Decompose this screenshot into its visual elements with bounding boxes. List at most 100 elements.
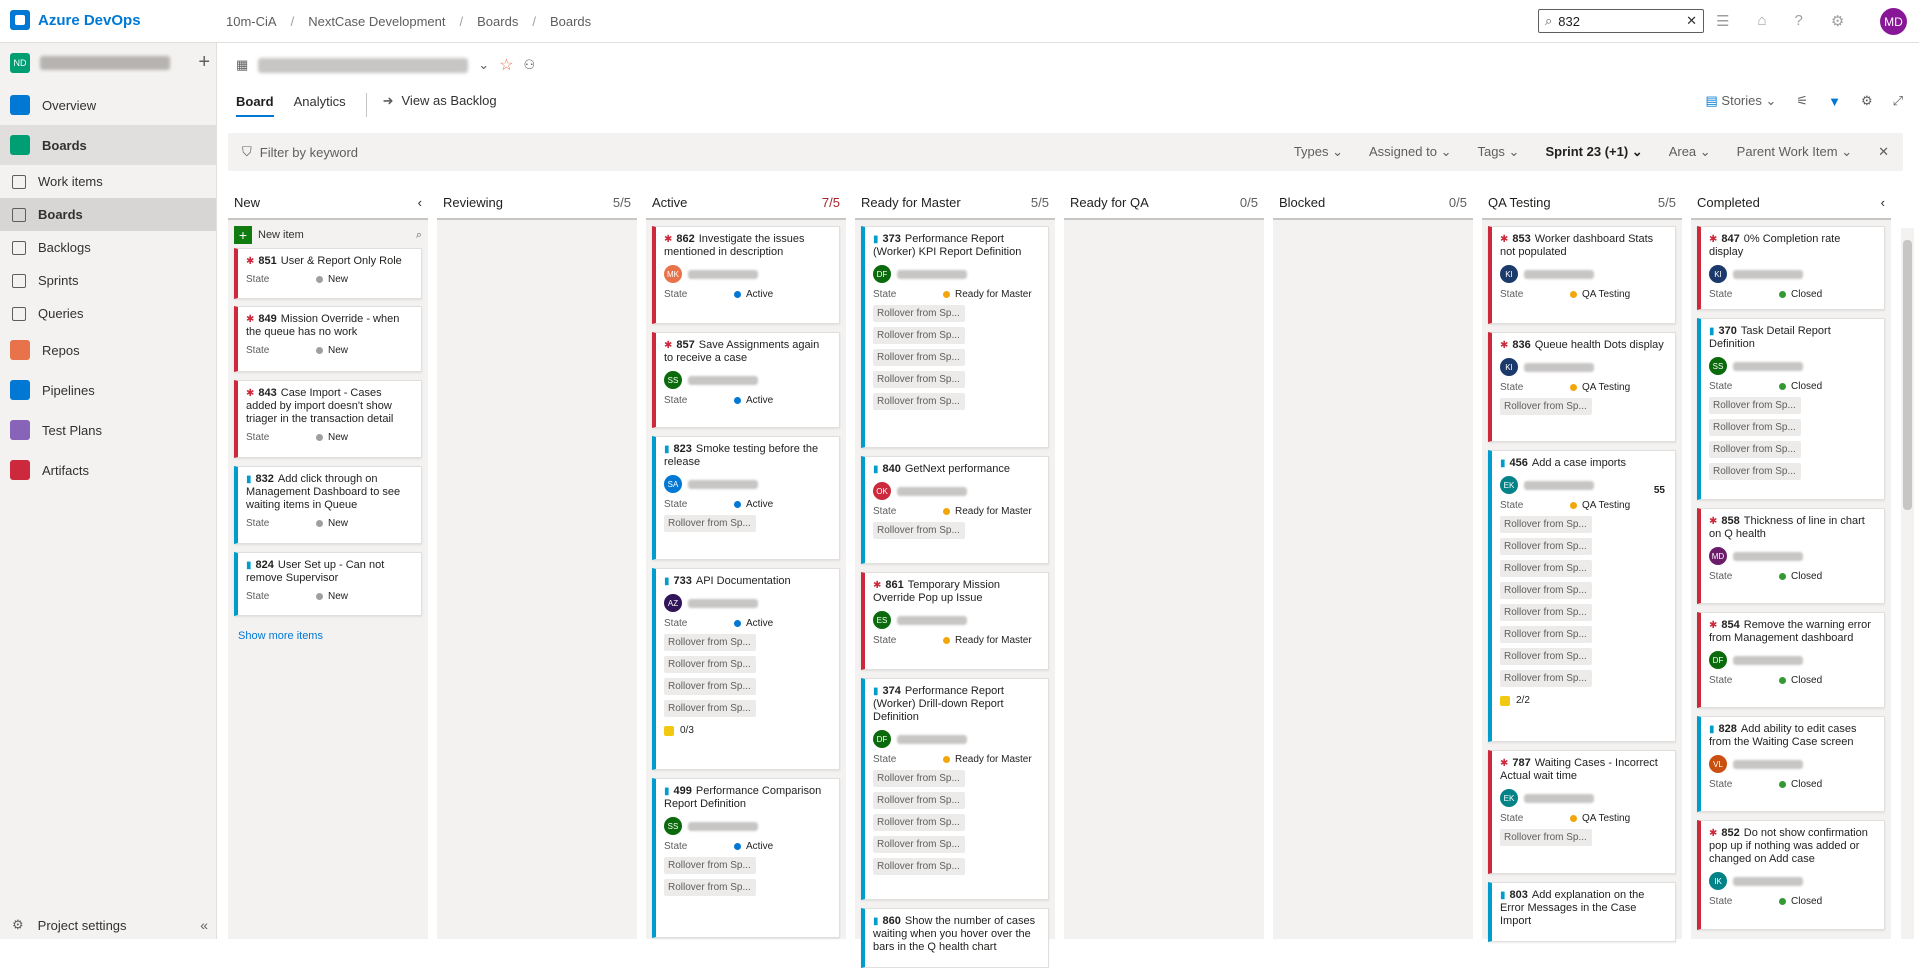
- tab-board[interactable]: Board: [236, 94, 274, 117]
- view-as-backlog-button[interactable]: ➜ View as Backlog: [365, 93, 497, 117]
- card-title[interactable]: Add a case imports: [1532, 457, 1626, 469]
- work-item-card[interactable]: ✱ 836 Queue health Dots display KI State QA T…: [1488, 332, 1676, 442]
- filter-parent-work-item[interactable]: Parent Work Item ⌄: [1737, 144, 1852, 160]
- rollover-tag[interactable]: Rollover from Sp...: [873, 858, 965, 875]
- scrollbar-thumb[interactable]: [1903, 240, 1912, 510]
- breadcrumb-project[interactable]: NextCase Development: [308, 14, 445, 29]
- search-input[interactable]: [1558, 13, 1681, 29]
- rollover-tag[interactable]: Rollover from Sp...: [1500, 516, 1592, 533]
- rollover-tag[interactable]: Rollover from Sp...: [1500, 829, 1592, 846]
- rollover-tag[interactable]: Rollover from Sp...: [873, 349, 965, 366]
- rollover-tag[interactable]: Rollover from Sp...: [1500, 582, 1592, 599]
- nav-test-plans[interactable]: Test Plans: [0, 410, 216, 450]
- marketplace-icon[interactable]: ⌂: [1757, 12, 1766, 30]
- filter-tags[interactable]: Tags ⌄: [1477, 144, 1519, 160]
- state-value[interactable]: Active: [746, 499, 773, 510]
- rollover-tag[interactable]: Rollover from Sp...: [1500, 648, 1592, 665]
- project-settings[interactable]: ⚙ Project settings «: [12, 917, 208, 933]
- nav-sprints[interactable]: Sprints: [0, 264, 216, 297]
- work-item-card[interactable]: ✱ 862 Investigate the issues mentioned in …: [652, 226, 840, 324]
- state-value[interactable]: New: [328, 345, 348, 356]
- collapse-column-icon[interactable]: ‹: [418, 195, 422, 210]
- rollover-tag[interactable]: Rollover from Sp...: [1500, 560, 1592, 577]
- state-value[interactable]: Closed: [1791, 779, 1822, 790]
- card-title[interactable]: User & Report Only Role: [281, 255, 402, 267]
- rollover-tag[interactable]: Rollover from Sp...: [664, 879, 756, 896]
- help-icon[interactable]: ?: [1795, 12, 1803, 30]
- rollover-tag[interactable]: Rollover from Sp...: [1709, 463, 1801, 480]
- nav-queries[interactable]: Queries: [0, 297, 216, 330]
- work-item-card[interactable]: ✱ 851 User & Report Only Role State New: [234, 248, 422, 299]
- filter-area[interactable]: Area ⌄: [1669, 144, 1711, 160]
- rollover-tag[interactable]: Rollover from Sp...: [873, 305, 965, 322]
- work-item-card[interactable]: ▮ 370 Task Detail Report Definition SS State…: [1697, 318, 1885, 500]
- rollover-tag[interactable]: Rollover from Sp...: [1500, 538, 1592, 555]
- rollover-tag[interactable]: Rollover from Sp...: [873, 522, 965, 539]
- rollover-tag[interactable]: Rollover from Sp...: [1709, 419, 1801, 436]
- state-value[interactable]: Ready for Master: [955, 506, 1032, 517]
- work-item-card[interactable]: ✱ 854 Remove the warning error from Manage…: [1697, 612, 1885, 708]
- work-item-card[interactable]: ▮ 803 Add explanation on the Error Message…: [1488, 882, 1676, 942]
- state-value[interactable]: QA Testing: [1582, 813, 1630, 824]
- work-item-card[interactable]: ▮ 860 Show the number of cases waiting whe…: [861, 908, 1049, 968]
- work-item-card[interactable]: ▮ 840 GetNext performance OK State Ready for …: [861, 456, 1049, 564]
- card-title[interactable]: Queue health Dots display: [1535, 339, 1664, 351]
- breadcrumb-hub[interactable]: Boards: [477, 14, 518, 29]
- rollover-tag[interactable]: Rollover from Sp...: [664, 857, 756, 874]
- state-value[interactable]: Active: [746, 841, 773, 852]
- favorite-star-icon[interactable]: ☆: [499, 55, 513, 75]
- state-value[interactable]: QA Testing: [1582, 382, 1630, 393]
- user-settings-icon[interactable]: ⚙: [1831, 12, 1844, 30]
- work-item-card[interactable]: ▮ 828 Add ability to edit cases from the W…: [1697, 716, 1885, 812]
- rollover-tag[interactable]: Rollover from Sp...: [1500, 670, 1592, 687]
- rollover-tag[interactable]: Rollover from Sp...: [873, 393, 965, 410]
- close-filter-icon[interactable]: ✕: [1878, 144, 1889, 160]
- work-item-card[interactable]: ▮ 456 Add a case imports 55 EK State QA Testin…: [1488, 450, 1676, 742]
- azure-devops-logo[interactable]: Azure DevOps: [10, 10, 141, 30]
- fullscreen-icon[interactable]: ⤢: [1893, 93, 1903, 109]
- work-item-card[interactable]: ✱ 847 0% Completion rate display KI State Clo…: [1697, 226, 1885, 310]
- work-item-card[interactable]: ✱ 849 Mission Override - when the queue ha…: [234, 306, 422, 372]
- work-item-card[interactable]: ✱ 852 Do not show confirmation pop up if n…: [1697, 820, 1885, 930]
- state-value[interactable]: QA Testing: [1582, 289, 1630, 300]
- nav-overview[interactable]: Overview: [0, 85, 216, 125]
- filter-assigned-to[interactable]: Assigned to ⌄: [1369, 144, 1451, 160]
- filter-types[interactable]: Types ⌄: [1294, 144, 1343, 160]
- work-item-card[interactable]: ▮ 373 Performance Report (Worker) KPI Repo…: [861, 226, 1049, 448]
- card-title[interactable]: GetNext performance: [905, 463, 1010, 475]
- nav-work-items[interactable]: Work items: [0, 165, 216, 198]
- work-item-card[interactable]: ▮ 824 User Set up - Can not remove Supervi…: [234, 552, 422, 616]
- work-item-card[interactable]: ▮ 832 Add click through on Management Dash…: [234, 466, 422, 544]
- work-item-card[interactable]: ✱ 858 Thickness of line in chart on Q heal…: [1697, 508, 1885, 604]
- rollover-tag[interactable]: Rollover from Sp...: [873, 371, 965, 388]
- team-members-icon[interactable]: ⚇: [524, 57, 536, 73]
- nav-artifacts[interactable]: Artifacts: [0, 450, 216, 490]
- nav-backlogs[interactable]: Backlogs: [0, 231, 216, 264]
- collapse-column-icon[interactable]: ‹: [1881, 195, 1885, 210]
- gear-icon[interactable]: ⚙: [1861, 93, 1873, 109]
- state-value[interactable]: Closed: [1791, 675, 1822, 686]
- project-switcher[interactable]: ND +: [10, 51, 210, 74]
- state-value[interactable]: Ready for Master: [955, 289, 1032, 300]
- team-selector[interactable]: ▦ ⌄ ☆ ⚇: [236, 55, 535, 75]
- state-value[interactable]: New: [328, 432, 348, 443]
- rollover-tag[interactable]: Rollover from Sp...: [873, 792, 965, 809]
- state-value[interactable]: New: [328, 518, 348, 529]
- backlog-level-select[interactable]: ▤ Stories ⌄: [1706, 93, 1777, 109]
- state-value[interactable]: QA Testing: [1582, 500, 1630, 511]
- work-item-card[interactable]: ✱ 857 Save Assignments again to receive a …: [652, 332, 840, 428]
- settings-sliders-icon[interactable]: ⚟: [1796, 93, 1808, 109]
- rollover-tag[interactable]: Rollover from Sp...: [664, 656, 756, 673]
- rollover-tag[interactable]: Rollover from Sp...: [1500, 398, 1592, 415]
- effort-value[interactable]: 55: [1654, 485, 1665, 496]
- add-icon[interactable]: +: [198, 51, 210, 74]
- rollover-tag[interactable]: Rollover from Sp...: [1709, 397, 1801, 414]
- clear-search-icon[interactable]: ✕: [1686, 13, 1697, 29]
- user-avatar[interactable]: MD: [1880, 8, 1907, 35]
- work-item-card[interactable]: ✱ 861 Temporary Mission Override Pop up Is…: [861, 572, 1049, 670]
- work-item-card[interactable]: ▮ 733 API Documentation AZ State Active Rollov…: [652, 568, 840, 770]
- filter-icon[interactable]: ▼: [1828, 94, 1841, 109]
- work-item-card[interactable]: ✱ 853 Worker dashboard Stats not populated…: [1488, 226, 1676, 324]
- rollover-tag[interactable]: Rollover from Sp...: [873, 836, 965, 853]
- task-progress[interactable]: 2/2: [1500, 695, 1667, 706]
